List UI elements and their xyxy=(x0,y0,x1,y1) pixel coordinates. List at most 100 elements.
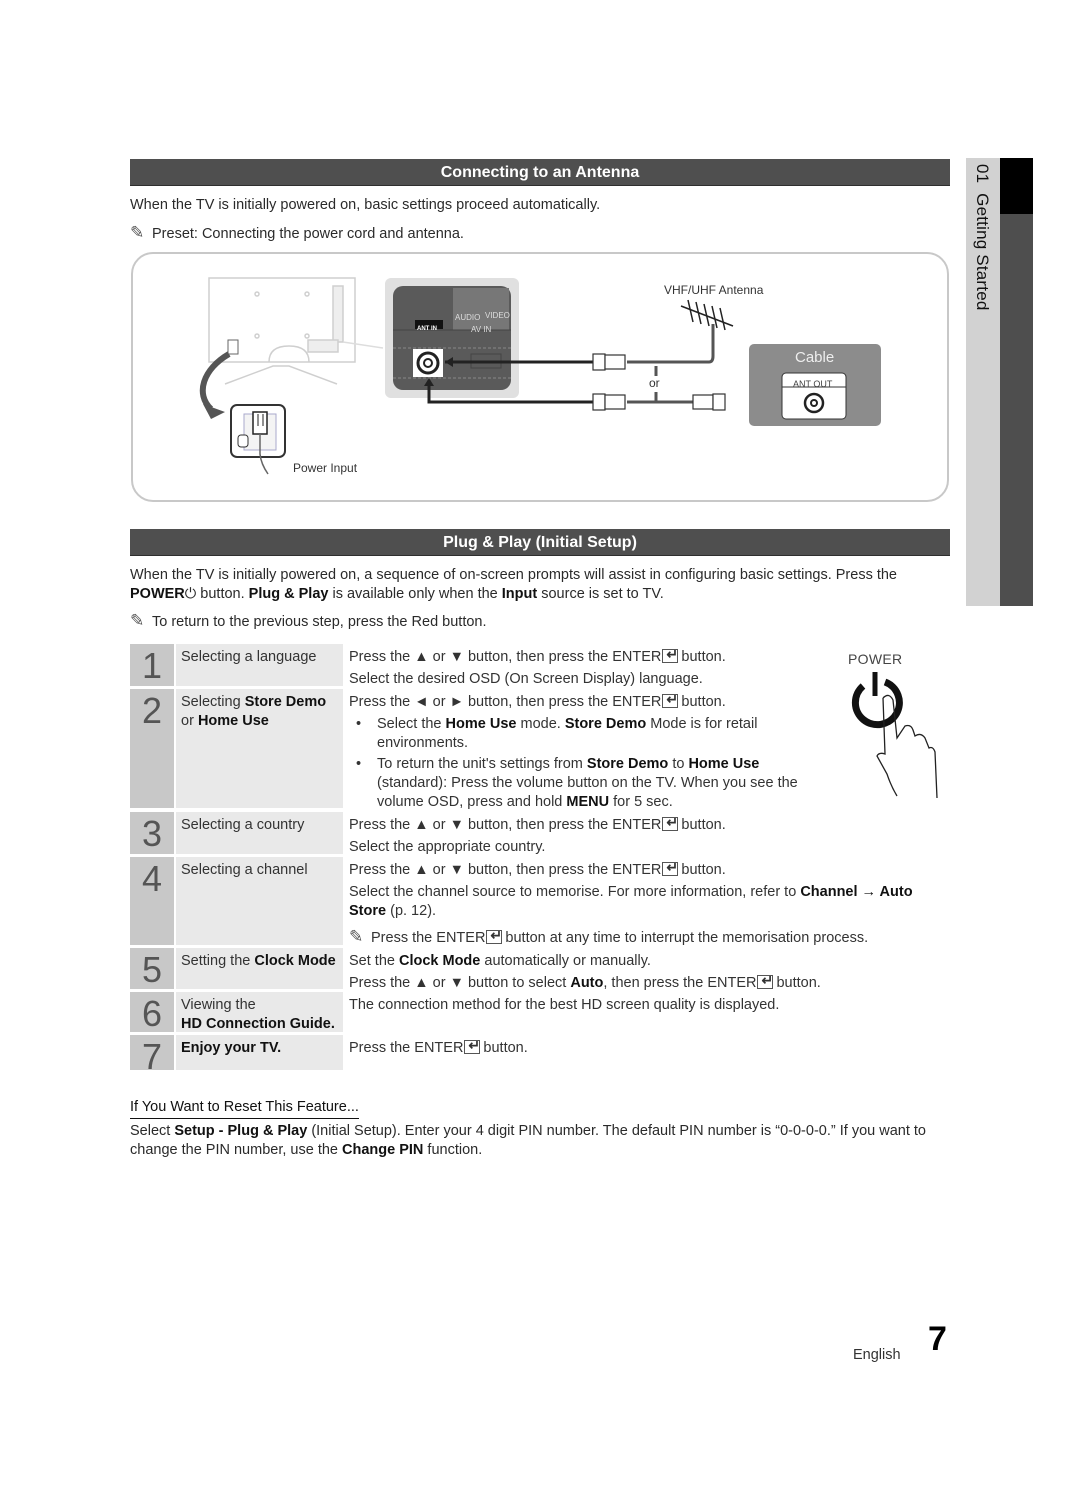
desc-text: button. xyxy=(776,975,821,991)
intro-text-4: source is set to TV. xyxy=(541,586,664,602)
desc-text: automatically or manually. xyxy=(484,953,651,969)
enter-icon xyxy=(662,858,679,877)
desc-text: , then press the ENTER xyxy=(603,975,757,991)
intro-text-2: button. xyxy=(200,586,245,602)
step-description: Set the Clock Mode automatically or manu… xyxy=(349,948,949,991)
enter-icon xyxy=(757,971,774,990)
section-title-plug-play: Plug & Play (Initial Setup) xyxy=(130,529,950,556)
jack-panel-icon xyxy=(385,278,519,398)
label-text: Viewing the xyxy=(181,997,256,1013)
desc-bold: Home Use xyxy=(445,716,517,732)
power-graphic-label: POWER xyxy=(848,651,903,667)
or-label: or xyxy=(649,376,660,390)
bullet-item: To return the unit's settings from Store… xyxy=(349,755,819,812)
step-row: 4 Selecting a channel Press the ▲ or ▼ b… xyxy=(130,857,950,946)
desc-text: button. xyxy=(681,817,726,833)
cable-label: Cable xyxy=(795,349,835,366)
desc-bold: Store Demo xyxy=(586,756,669,772)
power-port-marker xyxy=(227,339,239,355)
label-text: Setting the xyxy=(181,953,251,969)
power-input-icon xyxy=(230,404,286,475)
step-label: Selecting Store Demo or Home Use xyxy=(176,689,343,808)
antenna-label: VHF/UHF Antenna xyxy=(664,283,764,297)
reset-text-1: Select xyxy=(130,1123,171,1139)
step-row: 3 Selecting a country Press the ▲ or ▼ b… xyxy=(130,812,950,855)
step-row: 7 Enjoy your TV. Press the ENTER button. xyxy=(130,1035,950,1077)
enter-icon xyxy=(662,690,679,709)
desc-text: to xyxy=(672,756,685,772)
note-pencil-icon: ✎ xyxy=(349,927,364,946)
step-number: 5 xyxy=(130,948,174,990)
desc-bold: Home Use xyxy=(688,756,760,772)
step-label: Viewing the HD Connection Guide. xyxy=(176,992,343,1032)
power-input-label: Power Input xyxy=(293,461,358,475)
reset-text-3: function. xyxy=(427,1142,483,1158)
step-label: Selecting a country xyxy=(176,812,343,854)
desc-text: button. xyxy=(681,862,726,878)
step-number: 3 xyxy=(130,812,174,854)
step-description: Press the ▲ or ▼ button, then press the … xyxy=(349,857,949,946)
step-label: Selecting a language xyxy=(176,644,343,686)
desc-text: Select the xyxy=(377,716,442,732)
label-bold: Enjoy your TV. xyxy=(181,1040,282,1056)
step-label: Enjoy your TV. xyxy=(176,1035,343,1070)
chapter-number: 01 xyxy=(973,164,992,184)
enter-icon xyxy=(662,645,679,664)
desc-text: Set the xyxy=(349,953,395,969)
desc-text: Press the ▲ or ▼ button, then press the … xyxy=(349,817,662,833)
reset-change-pin: Change PIN xyxy=(342,1142,424,1158)
power-button-hand-icon xyxy=(851,672,938,799)
desc-text: for 5 sec. xyxy=(613,794,673,810)
reset-text: Select Setup - Plug & Play (Initial Setu… xyxy=(130,1122,945,1160)
desc-text: Select the appropriate country. xyxy=(349,839,546,855)
desc-bold: Store Demo xyxy=(564,716,647,732)
step-row: 1 Selecting a language Press the ▲ or ▼ … xyxy=(130,644,950,687)
label-text: or xyxy=(181,713,194,729)
chapter-tab-label: 01 Getting Started xyxy=(973,164,992,311)
footer-language: English xyxy=(853,1347,901,1363)
desc-text: (p. 12). xyxy=(390,903,437,919)
section-title-antenna: Connecting to an Antenna xyxy=(130,159,950,186)
intro-text-3: is available only when the xyxy=(332,586,498,602)
step-row: 2 Selecting Store Demo or Home Use Press… xyxy=(130,689,950,810)
intro-input: Input xyxy=(501,586,538,602)
intro-power: POWER xyxy=(130,586,185,602)
tv-back-icon xyxy=(208,277,384,385)
chapter-tab[interactable]: 01 Getting Started xyxy=(966,158,1000,606)
antenna-intro: When the TV is initially powered on, bas… xyxy=(130,197,601,213)
av-in-label: AV IN xyxy=(471,325,492,334)
intro-text-1: When the TV is initially powered on, a s… xyxy=(130,567,897,583)
step-description: Press the ENTER button. xyxy=(349,1035,949,1070)
plug-play-note-text: To return to the previous step, press th… xyxy=(152,614,487,630)
desc-text: button. xyxy=(483,1040,528,1056)
desc-text: Press the ▲ or ▼ button, then press the … xyxy=(349,649,662,665)
desc-text: Press the ◄ or ► button, then press the … xyxy=(349,694,662,710)
intro-plug-play: Plug & Play xyxy=(248,586,329,602)
enter-icon xyxy=(486,926,503,945)
antenna-note: ✎ Preset: Connecting the power cord and a… xyxy=(130,223,945,244)
desc-bold: Auto xyxy=(570,975,604,991)
step-description: Press the ◄ or ► button, then press the … xyxy=(349,689,819,810)
bullet-item: Select the Home Use mode. Store Demo Mod… xyxy=(349,715,819,753)
step-row: 6 Viewing the HD Connection Guide. The c… xyxy=(130,992,950,1034)
desc-bold: MENU xyxy=(566,794,610,810)
desc-text: mode. xyxy=(520,716,561,732)
desc-text: To return the unit's settings from xyxy=(377,756,583,772)
desc-text: Press the ENTER xyxy=(349,1040,464,1056)
desc-text: button at any time to interrupt the memo… xyxy=(505,930,869,946)
step-number: 2 xyxy=(130,689,174,808)
chapter-tab-marker xyxy=(1000,158,1033,214)
label-bold: HD Connection Guide. xyxy=(181,1016,335,1032)
note-pencil-icon: ✎ xyxy=(130,223,145,242)
desc-text: Press the ENTER xyxy=(371,930,486,946)
step-number: 7 xyxy=(130,1035,174,1077)
reset-setup-menu: Setup - Plug & Play xyxy=(174,1123,308,1139)
step-number: 1 xyxy=(130,644,174,686)
step-row: 5 Setting the Clock Mode Set the Clock M… xyxy=(130,948,950,991)
ant-in-label: ANT IN xyxy=(417,326,437,332)
label-text: Selecting xyxy=(181,694,241,710)
power-symbol-icon: ⏻ xyxy=(184,586,197,602)
plug-play-note: ✎ To return to the previous step, press t… xyxy=(130,611,945,632)
desc-text: button. xyxy=(681,694,726,710)
desc-text: Select the channel source to memorise. F… xyxy=(349,884,797,900)
